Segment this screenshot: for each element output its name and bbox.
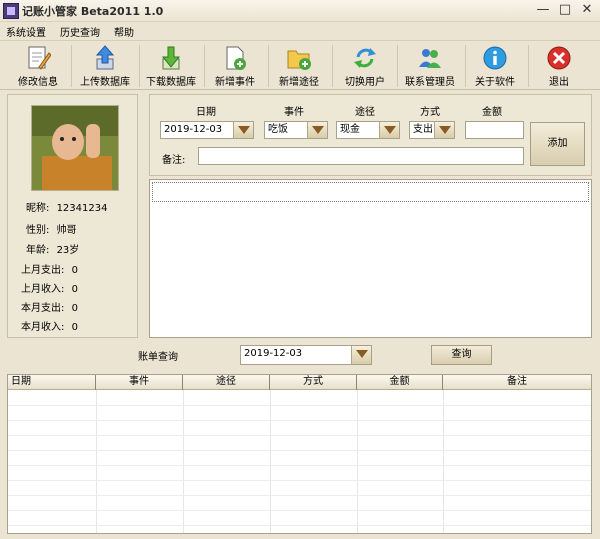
add-button[interactable]: 添加 (530, 122, 585, 166)
column-header-date[interactable]: 日期 (8, 375, 96, 390)
avatar-image (32, 106, 118, 190)
channel-dropdown-icon[interactable] (379, 122, 399, 138)
query-date-value: 2019-12-03 (244, 348, 303, 359)
age-value: 23岁 (56, 245, 80, 256)
column-header-mode[interactable]: 方式 (270, 375, 357, 390)
note-label: 备注: (162, 155, 186, 166)
date-picker-value: 2019-12-03 (164, 124, 223, 135)
close-button[interactable]: ✕ (578, 2, 596, 19)
records-list[interactable] (149, 179, 592, 338)
switch-user-button[interactable]: 切换用户 (336, 41, 394, 90)
about-button[interactable]: 关于软件 (467, 41, 523, 90)
this-month-income-label: 本月收入: (21, 322, 65, 333)
profile-last-month-expense: 上月支出: 0 (21, 261, 78, 276)
new-event-button[interactable]: 新增事件 (207, 41, 263, 90)
upload-db-label: 上传数据库 (80, 77, 130, 88)
channel-header: 途径 (355, 107, 375, 118)
last-month-income-value: 0 (71, 284, 78, 295)
column-header-channel[interactable]: 途径 (183, 375, 270, 390)
bills-table[interactable]: 日期 事件 途径 方式 金额 备注 (7, 374, 592, 534)
switch-user-icon (354, 48, 376, 68)
edit-document-icon (28, 46, 51, 70)
mode-select[interactable]: 支出 (409, 121, 455, 139)
window-title: 记账小管家 Beta2011 1.0 (22, 5, 164, 18)
exit-label: 退出 (549, 77, 569, 88)
toolbar: 修改信息 上传数据库 下载数据库 新增事件 新增途径 切换用户 联系管理员 关于… (0, 40, 600, 90)
amount-input[interactable] (465, 121, 524, 139)
menu-history-query[interactable]: 历史查询 (60, 24, 100, 39)
bills-table-header: 日期 事件 途径 方式 金额 备注 (8, 375, 591, 390)
this-month-expense-value: 0 (71, 303, 78, 314)
profile-age: 年龄: 23岁 (26, 241, 79, 256)
title-bar: 记账小管家 Beta2011 1.0 — □ ✕ (0, 0, 600, 22)
bill-query-label: 账单查询 (138, 352, 178, 363)
contact-admin-button[interactable]: 联系管理员 (399, 41, 461, 90)
date-header: 日期 (196, 107, 216, 118)
profile-gender: 性别: 帅哥 (26, 221, 77, 236)
download-db-label: 下载数据库 (146, 77, 196, 88)
upload-icon (95, 45, 115, 70)
new-channel-label: 新增途径 (279, 77, 319, 88)
entry-panel: 日期 事件 途径 方式 金额 2019-12-03 吃饭 现金 支出 备注: 添… (149, 94, 592, 176)
column-header-amount[interactable]: 金额 (357, 375, 443, 390)
gender-value: 帅哥 (56, 225, 77, 236)
upload-db-button[interactable]: 上传数据库 (73, 41, 137, 90)
edit-info-label: 修改信息 (18, 77, 58, 88)
menu-help[interactable]: 帮助 (114, 24, 134, 39)
mode-select-value: 支出 (413, 124, 433, 135)
this-month-expense-label: 本月支出: (21, 303, 65, 314)
profile-this-month-income: 本月收入: 0 (21, 318, 78, 333)
menu-bar: 系统设置 历史查询 帮助 (0, 22, 600, 40)
last-month-expense-value: 0 (71, 265, 78, 276)
exit-icon (547, 46, 571, 70)
query-date-picker[interactable]: 2019-12-03 (240, 345, 372, 365)
date-picker[interactable]: 2019-12-03 (160, 121, 254, 139)
profile-this-month-expense: 本月支出: 0 (21, 299, 78, 314)
date-dropdown-icon[interactable] (233, 122, 253, 138)
edit-info-button[interactable]: 修改信息 (10, 41, 66, 90)
new-event-label: 新增事件 (215, 77, 255, 88)
note-input[interactable] (198, 147, 524, 165)
age-label: 年龄: (26, 245, 50, 256)
app-icon (3, 3, 19, 19)
profile-nickname: 昵称: 12341234 (26, 199, 107, 214)
column-header-note[interactable]: 备注 (443, 375, 591, 390)
gender-label: 性别: (26, 225, 50, 236)
records-focus-row (152, 182, 589, 202)
nickname-value: 12341234 (56, 203, 108, 214)
event-header: 事件 (284, 107, 304, 118)
amount-header: 金额 (482, 107, 502, 118)
last-month-expense-label: 上月支出: (21, 265, 65, 276)
users-icon (419, 49, 441, 68)
download-icon (161, 46, 181, 70)
info-icon (483, 46, 507, 70)
maximize-button[interactable]: □ (556, 2, 574, 19)
profile-last-month-income: 上月收入: 0 (21, 280, 78, 295)
mode-dropdown-icon[interactable] (434, 122, 454, 138)
contact-admin-label: 联系管理员 (405, 77, 455, 88)
channel-select[interactable]: 现金 (336, 121, 400, 139)
event-dropdown-icon[interactable] (307, 122, 327, 138)
new-channel-button[interactable]: 新增途径 (271, 41, 327, 90)
exit-button[interactable]: 退出 (531, 41, 587, 90)
switch-user-label: 切换用户 (345, 77, 385, 88)
channel-select-value: 现金 (340, 124, 360, 135)
query-date-dropdown-icon[interactable] (351, 346, 371, 364)
nickname-label: 昵称: (26, 203, 50, 214)
mode-header: 方式 (420, 107, 440, 118)
new-folder-icon (287, 50, 311, 70)
about-label: 关于软件 (475, 77, 515, 88)
new-document-icon (226, 46, 246, 70)
last-month-income-label: 上月收入: (21, 284, 65, 295)
query-button[interactable]: 查询 (431, 345, 492, 365)
menu-system-settings[interactable]: 系统设置 (6, 24, 46, 39)
profile-panel: 昵称: 12341234 性别: 帅哥 年龄: 23岁 上月支出: 0 上月收入… (7, 94, 138, 338)
this-month-income-value: 0 (71, 322, 78, 333)
minimize-button[interactable]: — (534, 2, 552, 19)
avatar (31, 105, 119, 191)
event-select-value: 吃饭 (268, 124, 288, 135)
download-db-button[interactable]: 下载数据库 (141, 41, 201, 90)
event-select[interactable]: 吃饭 (264, 121, 328, 139)
column-header-event[interactable]: 事件 (96, 375, 183, 390)
